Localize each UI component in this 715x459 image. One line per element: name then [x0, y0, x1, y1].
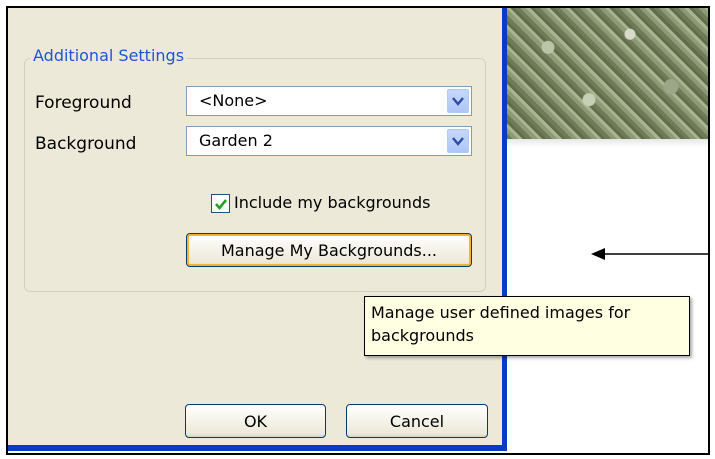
screenshot-frame: Additional Settings Foreground <None> Ba… — [6, 6, 710, 455]
manage-backgrounds-tooltip: Manage user defined images for backgroun… — [364, 296, 690, 356]
chevron-down-icon — [452, 97, 464, 106]
background-select-value: Garden 2 — [199, 131, 273, 150]
tooltip-line-1: Manage user defined images for — [371, 303, 631, 322]
foreground-select-value: <None> — [199, 91, 268, 110]
foreground-label: Foreground — [35, 93, 132, 113]
garden-preview-image — [507, 8, 708, 139]
background-label: Background — [35, 134, 137, 154]
foreground-dropdown-button[interactable] — [447, 89, 469, 113]
foreground-select[interactable]: <None> — [186, 86, 472, 116]
preview-divider — [507, 139, 708, 147]
background-dropdown-button[interactable] — [447, 129, 469, 153]
settings-dialog: Additional Settings Foreground <None> Ba… — [8, 8, 502, 445]
cancel-button[interactable]: Cancel — [346, 404, 488, 438]
background-select[interactable]: Garden 2 — [186, 126, 472, 156]
include-backgrounds-checkbox[interactable] — [211, 194, 230, 213]
include-backgrounds-label[interactable]: Include my backgrounds — [234, 193, 430, 212]
arrow-left-icon — [591, 248, 708, 260]
checkmark-icon — [214, 198, 227, 210]
dialog-border-bottom — [8, 445, 507, 451]
group-title: Additional Settings — [30, 46, 188, 65]
chevron-down-icon — [452, 137, 464, 146]
ok-button[interactable]: OK — [185, 404, 326, 438]
tooltip-line-2: backgrounds — [371, 326, 474, 345]
manage-backgrounds-button[interactable]: Manage My Backgrounds... — [186, 233, 472, 267]
